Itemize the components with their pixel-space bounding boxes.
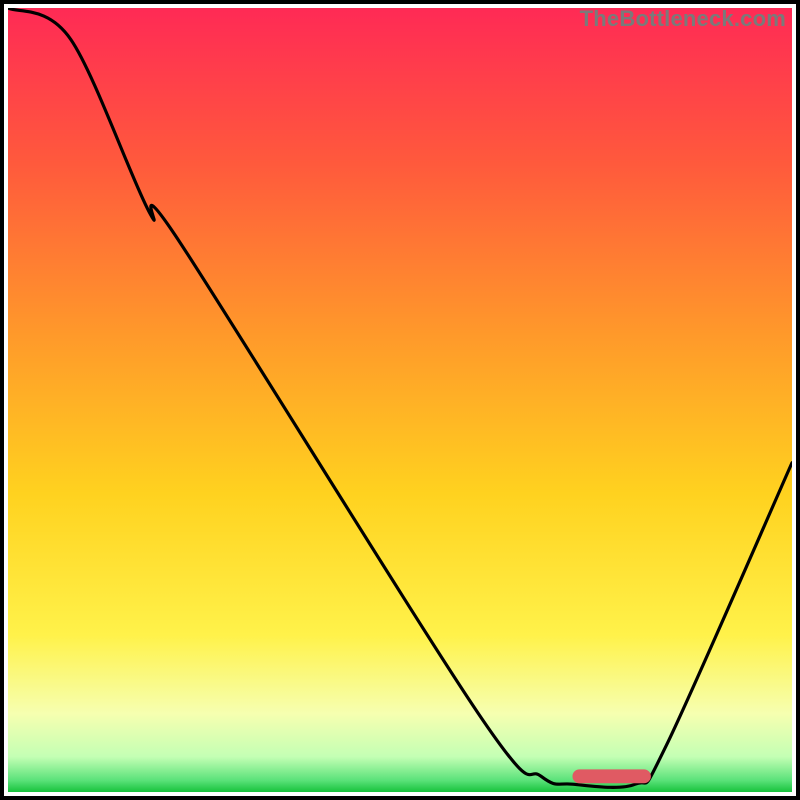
optimal-range-marker — [572, 769, 650, 783]
plot-area: TheBottleneck.com — [8, 8, 792, 792]
bottleneck-chart — [8, 8, 792, 792]
watermark-text: TheBottleneck.com — [580, 6, 786, 32]
gradient-background — [8, 8, 792, 792]
chart-frame: TheBottleneck.com — [0, 0, 800, 800]
